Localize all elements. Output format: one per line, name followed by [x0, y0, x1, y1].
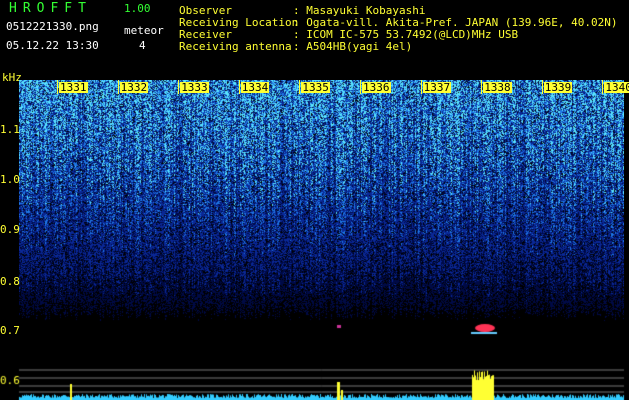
app-title: HROFFT [9, 1, 92, 16]
y-tick-label: 0.8 [0, 275, 20, 288]
observer-label: Observer [179, 4, 232, 17]
signal-level-graph [0, 366, 629, 400]
spectrogram-canvas [19, 80, 624, 400]
x-tick-mark [541, 80, 543, 94]
x-tick-label: 1333 [180, 81, 209, 94]
receiver-value: : ICOM IC-575 53.7492(@LCD)MHz USB [293, 28, 519, 41]
x-tick-label: 1339 [543, 81, 573, 94]
x-tick-mark [360, 80, 361, 94]
detection-label: meteor [124, 24, 164, 37]
detection-count: 4 [139, 39, 146, 52]
x-tick-label: 1340 [604, 82, 629, 93]
app-version: 1.00 [124, 2, 151, 15]
y-tick-label: 0.7 [0, 324, 20, 337]
x-tick-mark [57, 80, 58, 94]
x-tick-mark [238, 80, 240, 94]
location-label: Receiving Location [179, 16, 299, 29]
x-tick-mark [117, 80, 119, 94]
x-tick-label: 1337 [422, 81, 452, 94]
y-tick-label: 0.9 [0, 223, 20, 236]
filename-label: 0512221330.png [6, 20, 99, 33]
x-tick-label: 1331 [59, 81, 88, 94]
x-tick-label: 1336 [362, 81, 391, 94]
location-value: : Ogata-vill. Akita-Pref. JAPAN (139.96E… [293, 16, 618, 29]
x-tick-mark [602, 80, 604, 94]
x-tick-mark [299, 80, 301, 94]
observer-value: : Masayuki Kobayashi [293, 4, 426, 17]
x-tick-label: 1338 [483, 81, 512, 94]
x-tick-label: 1334 [240, 81, 270, 94]
datetime-label: 05.12.22 13:30 [6, 39, 99, 52]
antenna-value: : A504HB(yagi 4el) [293, 40, 413, 53]
x-tick-mark [481, 80, 483, 94]
antenna-label: Receiving antenna [179, 40, 292, 53]
x-tick-label: 1335 [301, 81, 330, 94]
y-tick-label: 1.1 [0, 123, 20, 136]
x-tick-mark [178, 80, 180, 94]
receiver-label: Receiver [179, 28, 232, 41]
y-tick-label: 1.0 [0, 173, 20, 186]
x-tick-label: 1332 [119, 81, 149, 94]
x-tick-mark [420, 80, 422, 94]
